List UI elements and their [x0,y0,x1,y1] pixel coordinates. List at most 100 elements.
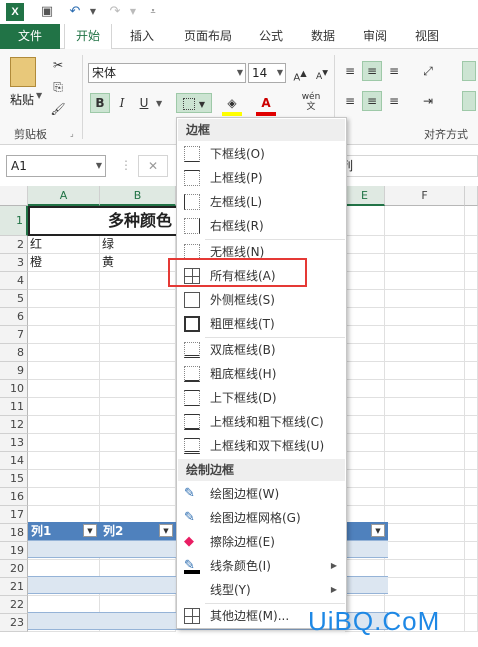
grid-cell[interactable] [345,326,385,344]
menu-item-top-bottom-border[interactable]: 上下框线(D) [178,386,345,410]
align-bottom-icon[interactable]: ≡ [384,61,404,81]
tab-home[interactable]: 开始 [64,24,112,50]
grid-cell[interactable] [385,398,465,416]
grid-cell[interactable] [100,398,176,416]
grid-cell[interactable] [100,272,176,290]
grid-cell[interactable] [345,434,385,452]
row-header-17[interactable]: 17 [0,506,28,524]
row-header-8[interactable]: 8 [0,344,28,362]
menu-item-left-border[interactable]: 左框线(L) [178,190,345,214]
row-header-14[interactable]: 14 [0,452,28,470]
grid-cell[interactable] [465,524,478,542]
grid-cell[interactable] [385,506,465,524]
cancel-button[interactable]: ✕ [138,155,168,177]
borders-button[interactable]: ▼ [176,93,212,113]
row-header-1[interactable]: 1 [0,206,28,236]
grid-cell[interactable] [465,506,478,524]
cell-a2[interactable]: 红 [28,236,100,254]
orientation-icon[interactable]: ⤢ [418,61,438,81]
redo-dropdown-icon[interactable]: ▼ [124,3,142,21]
filter-dropdown-icon[interactable]: ▼ [83,524,97,537]
column-header-f[interactable]: F [385,186,465,206]
paste-icon[interactable] [10,57,36,87]
table-header-col1[interactable]: 列1 ▼ [28,522,100,540]
grid-cell[interactable] [385,206,465,236]
grid-cell[interactable] [100,434,176,452]
name-box[interactable]: A1 ▼ [6,155,106,177]
grid-cell[interactable] [28,362,100,380]
undo-icon[interactable]: ↶ [66,3,84,21]
select-all-corner[interactable] [0,186,28,206]
save-icon[interactable]: ▣ [38,3,56,21]
row-header-7[interactable]: 7 [0,326,28,344]
grid-cell[interactable] [465,434,478,452]
menu-item-top-double-bottom-border[interactable]: 上框线和双下框线(U) [178,434,345,458]
grid-cell[interactable] [28,344,100,362]
row-header-19[interactable]: 19 [0,542,28,560]
grid-cell[interactable] [465,470,478,488]
font-color-icon[interactable]: A [256,93,276,113]
filter-dropdown-icon[interactable]: ▼ [371,524,385,537]
align-middle-icon[interactable]: ≡ [362,61,382,81]
copy-icon[interactable]: ⎘ [48,77,68,97]
grid-cell[interactable] [28,272,100,290]
menu-item-bottom-double-border[interactable]: 双底框线(B) [178,338,345,362]
row-header-15[interactable]: 15 [0,470,28,488]
increase-font-icon[interactable]: A▲ [290,63,310,83]
grid-cell[interactable] [465,596,478,614]
grid-cell[interactable] [345,206,385,236]
menu-item-bottom-border[interactable]: 下框线(O) [178,142,345,166]
grid-cell[interactable] [345,416,385,434]
grid-cell[interactable] [28,398,100,416]
row-header-18[interactable]: 18 [0,524,28,542]
grid-cell[interactable] [28,308,100,326]
filter-dropdown-icon[interactable]: ▼ [159,524,173,537]
customize-qat-icon[interactable]: ⩡ [144,3,162,21]
align-left-icon[interactable]: ≡ [340,91,360,111]
grid-cell[interactable] [385,542,465,560]
italic-button[interactable]: I [112,93,132,113]
row-header-13[interactable]: 13 [0,434,28,452]
menu-item-thick-bottom-border[interactable]: 粗底框线(H) [178,362,345,386]
row-header-2[interactable]: 2 [0,236,28,254]
grid-cell[interactable] [465,560,478,578]
column-header-a[interactable]: A [28,186,100,206]
menu-item-outside-borders[interactable]: 外侧框线(S) [178,288,345,312]
tab-file[interactable]: 文件 [0,24,60,49]
grid-cell[interactable] [100,290,176,308]
grid-cell[interactable] [100,362,176,380]
row-header-3[interactable]: 3 [0,254,28,272]
menu-item-right-border[interactable]: 右框线(R) [178,214,345,238]
menu-item-thick-box-border[interactable]: 粗匣框线(T) [178,312,345,336]
grid-cell[interactable] [28,488,100,506]
grid-cell[interactable] [345,308,385,326]
clipboard-launcher-icon[interactable]: ⌟ [70,129,74,138]
grid-cell[interactable] [385,578,465,596]
format-painter-icon[interactable]: 🖌 [48,99,68,119]
tab-formulas[interactable]: 公式 [250,24,292,49]
grid-cell[interactable] [465,344,478,362]
grid-cell[interactable] [465,206,478,236]
grid-cell[interactable] [385,308,465,326]
grid-cell[interactable] [100,488,176,506]
grid-cell[interactable] [100,452,176,470]
row-header-9[interactable]: 9 [0,362,28,380]
cell-b2[interactable]: 绿 [100,236,176,254]
menu-item-top-thick-bottom-border[interactable]: 上框线和粗下框线(C) [178,410,345,434]
menu-item-top-border[interactable]: 上框线(P) [178,166,345,190]
grid-cell[interactable] [465,488,478,506]
grid-cell[interactable] [345,452,385,470]
grid-cell[interactable] [465,380,478,398]
wrap-text-icon[interactable] [462,61,476,81]
row-header-20[interactable]: 20 [0,560,28,578]
tab-page-layout[interactable]: 页面布局 [174,24,242,49]
grid-cell[interactable] [385,524,465,542]
grid-cell[interactable] [465,614,478,632]
grid-cell[interactable] [100,380,176,398]
font-size-select[interactable]: 14 ▼ [248,63,286,83]
menu-item-erase-border[interactable]: ◆ 擦除边框(E) [178,530,345,554]
cell-a3[interactable]: 橙 [28,254,100,272]
row-header-6[interactable]: 6 [0,308,28,326]
grid-cell[interactable] [345,254,385,272]
grid-cell[interactable] [465,308,478,326]
